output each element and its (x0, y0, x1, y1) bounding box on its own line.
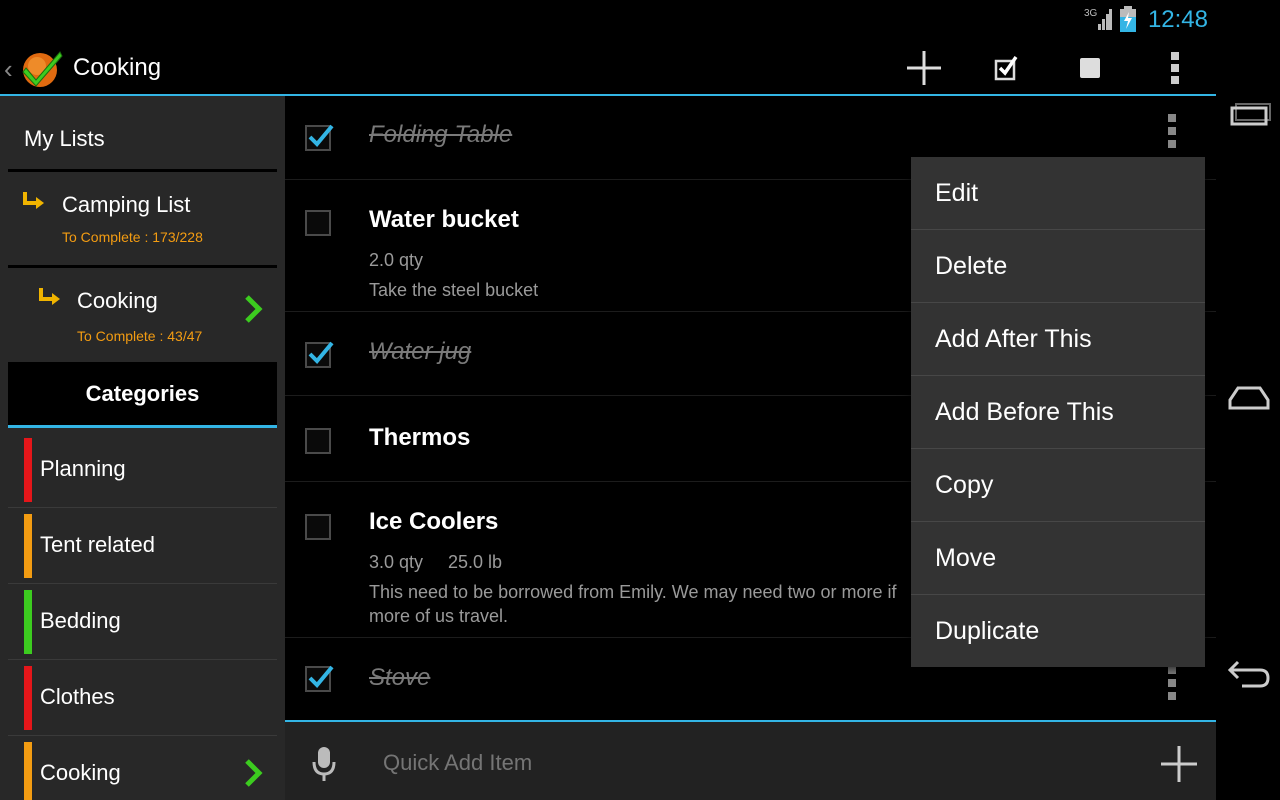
item-checkbox[interactable] (305, 210, 331, 236)
menu-item-delete[interactable]: Delete (911, 230, 1205, 303)
category-clothes[interactable]: Clothes (8, 660, 277, 736)
system-nav-bar (1216, 0, 1280, 800)
checkmark-icon (308, 665, 334, 688)
item-name: Thermos (369, 424, 471, 451)
battery-charging-icon (1120, 6, 1136, 32)
list-progress: To Complete : 173/228 (62, 229, 203, 245)
menu-item-copy[interactable]: Copy (911, 449, 1205, 522)
category-color-bar (24, 666, 32, 730)
item-checkbox[interactable] (305, 341, 334, 368)
sublist-arrow-icon (23, 192, 44, 209)
action-bar: ‹ Cooking (0, 38, 1216, 96)
overflow-menu-icon (1171, 52, 1179, 84)
item-name: Stove (369, 664, 431, 691)
category-bedding[interactable]: Bedding (8, 584, 277, 660)
categories-header: Categories (8, 362, 277, 428)
menu-item-add-before[interactable]: Add Before This (911, 376, 1205, 449)
home-icon[interactable] (1226, 380, 1272, 416)
uncheck-all-button[interactable] (1062, 46, 1118, 90)
category-color-bar (24, 590, 32, 654)
list-name: Camping List (62, 192, 191, 217)
chevron-right-icon (245, 759, 263, 787)
category-label: Cooking (40, 760, 121, 785)
microphone-icon[interactable] (311, 746, 337, 782)
category-label: Planning (40, 456, 126, 481)
item-checkbox[interactable] (305, 428, 331, 454)
category-color-bar (24, 514, 32, 578)
plus-icon (907, 51, 941, 85)
item-quantity: 3.0 qty (369, 552, 424, 572)
list-item-camping[interactable]: Camping List To Complete : 173/228 (8, 172, 277, 264)
item-checkbox[interactable] (305, 665, 334, 692)
item-name: Folding Table (369, 121, 513, 148)
status-time: 12:48 (1147, 6, 1208, 33)
menu-item-edit[interactable]: Edit (911, 157, 1205, 230)
recent-apps-icon[interactable] (1226, 102, 1272, 138)
actionbar-title: Cooking (73, 54, 162, 81)
item-checkbox[interactable] (305, 514, 331, 540)
category-color-bar (24, 742, 32, 800)
item-name: Ice Coolers (369, 508, 499, 535)
quick-add-input[interactable] (383, 750, 883, 776)
category-cooking[interactable]: Cooking (8, 736, 277, 800)
quick-add-bar (285, 720, 1216, 800)
item-note: This need to be borrowed from Emily. We … (369, 582, 897, 626)
menu-item-duplicate[interactable]: Duplicate (911, 595, 1205, 668)
list-item-cooking[interactable]: Cooking To Complete : 43/47 (8, 268, 277, 360)
item-overflow-icon[interactable] (1165, 666, 1179, 702)
menu-item-add-after[interactable]: Add After This (911, 303, 1205, 376)
check-all-button[interactable] (979, 46, 1035, 90)
up-caret-icon[interactable]: ‹ (4, 54, 13, 85)
category-label: Clothes (40, 684, 115, 709)
signal-3g-icon: 3G (1084, 8, 1112, 30)
context-menu: Edit Delete Add After This Add Before Th… (911, 157, 1205, 667)
checkmark-icon (308, 341, 334, 364)
quick-add-plus-icon[interactable] (1159, 744, 1199, 784)
item-weight: 25.0 lb (448, 552, 503, 572)
category-planning[interactable]: Planning (8, 432, 277, 508)
category-label: Bedding (40, 608, 121, 633)
category-tent-related[interactable]: Tent related (8, 508, 277, 584)
category-label: Tent related (40, 532, 155, 557)
item-name: Water jug (369, 338, 472, 365)
add-item-button[interactable] (896, 46, 952, 90)
category-color-bar (24, 438, 32, 502)
item-name: Water bucket (369, 206, 519, 233)
list-progress: To Complete : 43/47 (77, 328, 203, 344)
network-type: 3G (1084, 8, 1098, 19)
item-overflow-icon[interactable] (1165, 114, 1179, 150)
sublist-arrow-icon (39, 288, 60, 305)
status-bar: 3G 12:48 (0, 0, 1216, 38)
checkmark-icon (308, 124, 334, 147)
overflow-menu-button[interactable] (1147, 46, 1203, 90)
item-quantity: 2.0 qty (369, 250, 424, 270)
menu-item-move[interactable]: Move (911, 522, 1205, 595)
checked-box-icon (994, 56, 1018, 81)
app-logo-icon[interactable] (20, 48, 64, 88)
list-name: Cooking (77, 288, 158, 313)
my-lists-title: My Lists (24, 126, 105, 151)
chevron-right-icon (245, 295, 263, 323)
unchecked-box-icon (1080, 58, 1100, 78)
sidebar: My Lists Camping List To Complete : 173/… (0, 96, 285, 800)
item-checkbox[interactable] (305, 124, 334, 151)
item-note: Take the steel bucket (369, 280, 539, 300)
back-icon[interactable] (1226, 656, 1272, 692)
